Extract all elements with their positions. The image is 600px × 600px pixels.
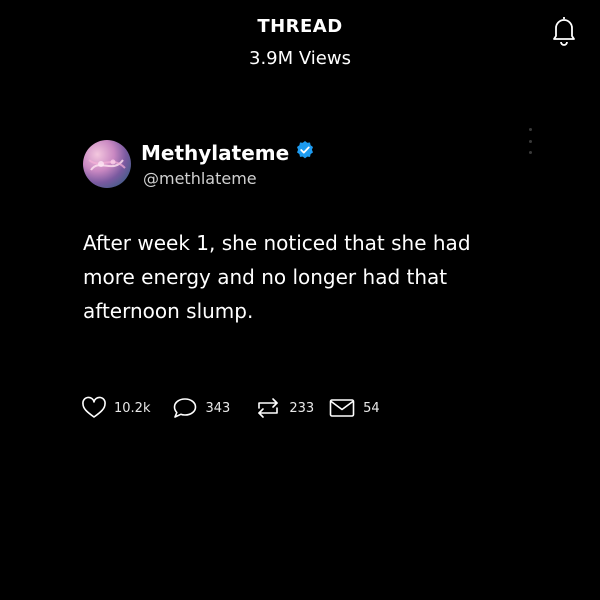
share-count: 54 xyxy=(363,400,380,416)
views-count: 3.9M Views xyxy=(249,48,351,69)
action-bar: 10.2k 343 233 54 xyxy=(81,396,380,420)
repost-count: 233 xyxy=(289,400,315,416)
comment-button[interactable]: 343 xyxy=(172,396,230,420)
display-name[interactable]: Methylateme xyxy=(141,141,289,165)
heart-icon xyxy=(81,396,107,420)
more-options-icon[interactable] xyxy=(522,128,538,154)
post-text: After week 1, she noticed that she had m… xyxy=(83,231,471,323)
user-handle[interactable]: @methlateme xyxy=(143,169,257,188)
verified-badge-icon xyxy=(295,140,315,165)
comment-icon xyxy=(172,396,198,420)
repost-button[interactable]: 233 xyxy=(254,396,314,420)
bell-icon[interactable] xyxy=(549,14,579,46)
display-name-row[interactable]: Methylateme xyxy=(141,140,315,165)
repost-icon xyxy=(254,396,282,420)
share-button[interactable]: 54 xyxy=(328,397,380,419)
like-button[interactable]: 10.2k xyxy=(81,396,150,420)
mail-icon xyxy=(328,397,356,419)
comment-count: 343 xyxy=(205,400,231,416)
avatar[interactable] xyxy=(83,140,131,188)
thread-header-title: THREAD xyxy=(257,16,343,37)
like-count: 10.2k xyxy=(114,400,151,416)
